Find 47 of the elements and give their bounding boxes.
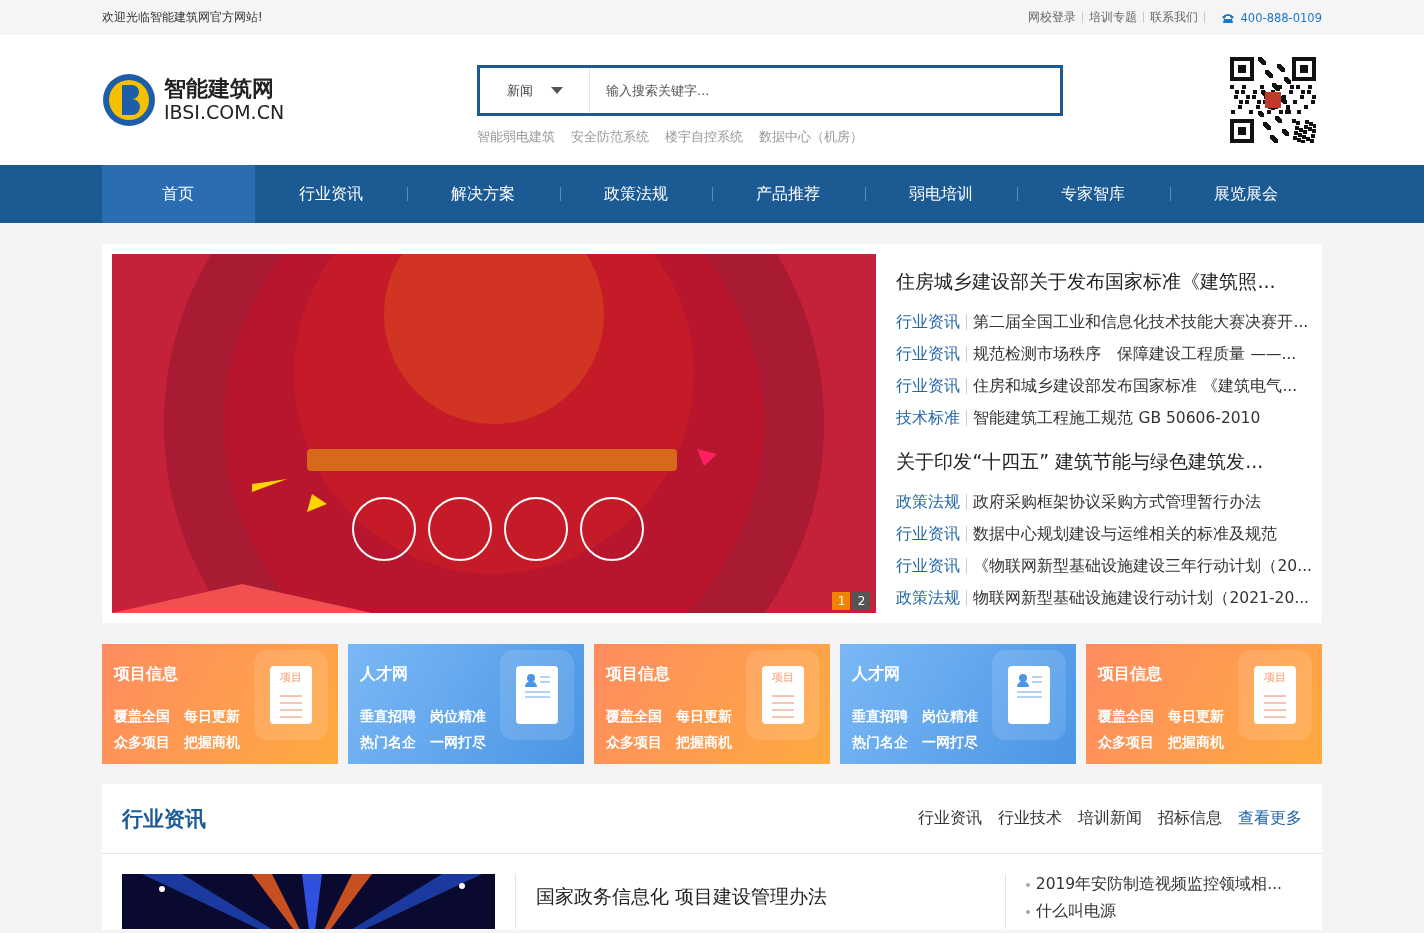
search-field[interactable]: 新闻 输入搜索关键字... [477, 65, 1063, 116]
category-link[interactable]: 行业资讯 [896, 343, 961, 365]
section-tab[interactable]: 培训新闻 [1078, 808, 1142, 829]
more-link[interactable]: 查看更多 [1238, 808, 1302, 829]
nav-tab[interactable]: 弱电培训 [864, 165, 1017, 223]
nav-tab[interactable]: 行业资讯 [254, 165, 407, 223]
category-link[interactable]: 行业资讯 [896, 375, 961, 397]
category-link[interactable]: 行业资讯 [896, 555, 961, 577]
news-link[interactable]: 数据中心规划建设与运维相关的标准及规范 [973, 523, 1278, 545]
news-link[interactable]: 政府采购框架协议采购方式管理暂行办法 [973, 491, 1262, 513]
lead-news-link[interactable]: 国家政务信息化 项目建设管理办法 [535, 885, 827, 907]
nav-tab[interactable]: 产品推荐 [712, 165, 865, 223]
category-link[interactable]: 行业资讯 [896, 311, 961, 333]
nav-tab[interactable]: 展览展会 [1169, 165, 1322, 223]
nav-tab[interactable]: 首页 [102, 165, 255, 223]
headline-link[interactable]: 关于印发“十四五” 建筑节能与绿色建筑发... [896, 450, 1264, 472]
news-link[interactable]: 第二届全国工业和信息化技术技能大赛决赛开... [973, 311, 1309, 333]
welcome-text: 欢迎光临智能建筑网官方网站! [102, 10, 263, 25]
news-link[interactable]: 规范检测市场秩序 保障建设工程质量 ——... [973, 343, 1297, 365]
category-link[interactable]: 政策法规 [896, 491, 961, 513]
document-icon: 项目 [270, 666, 312, 724]
document-icon: 项目 [762, 666, 804, 724]
phone-number: 400-888-0109 [1240, 10, 1322, 25]
category-link[interactable]: 行业资讯 [896, 523, 961, 545]
nav-tab[interactable]: 解决方案 [407, 165, 560, 223]
logo-domain: IBSI.COM.CN [164, 101, 285, 123]
category-link[interactable]: 政策法规 [896, 587, 961, 609]
top-link[interactable]: 培训专题 [1088, 10, 1137, 25]
nav-tab[interactable]: 专家智库 [1017, 165, 1170, 223]
news-link[interactable]: 2019年安防制造视频监控领域相... [1025, 874, 1282, 895]
news-link[interactable]: 物联网新型基础设施建设行动计划（2021-20... [973, 587, 1310, 609]
news-link[interactable]: 什么叫电源 [1025, 901, 1282, 922]
category-link[interactable]: 技术标准 [896, 407, 961, 429]
section-tab[interactable]: 行业技术 [998, 808, 1062, 829]
news-link[interactable]: 住房和城乡建设部发布国家标准 《建筑电气... [973, 375, 1298, 397]
top-link[interactable]: 联系我们 [1149, 10, 1198, 25]
news-link[interactable]: 《物联网新型基础设施建设三年行动计划（20... [973, 555, 1312, 577]
section-tab[interactable]: 招标信息 [1158, 808, 1222, 829]
section-title: 行业资讯 [122, 805, 206, 833]
document-icon: 项目 [1254, 666, 1296, 724]
top-link[interactable]: 网校登录 [1027, 10, 1076, 25]
headline-link[interactable]: 住房城乡建设部关于发布国家标准《建筑照... [896, 270, 1276, 292]
news-link[interactable]: 智能建筑工程施工规范 GB 50606-2010 [973, 407, 1261, 429]
section-tab[interactable]: 行业资讯 [918, 808, 982, 829]
nav-tab[interactable]: 政策法规 [559, 165, 712, 223]
slide-page-button[interactable]: 2 [852, 592, 871, 610]
logo-name: 智能建筑网 [164, 77, 275, 102]
